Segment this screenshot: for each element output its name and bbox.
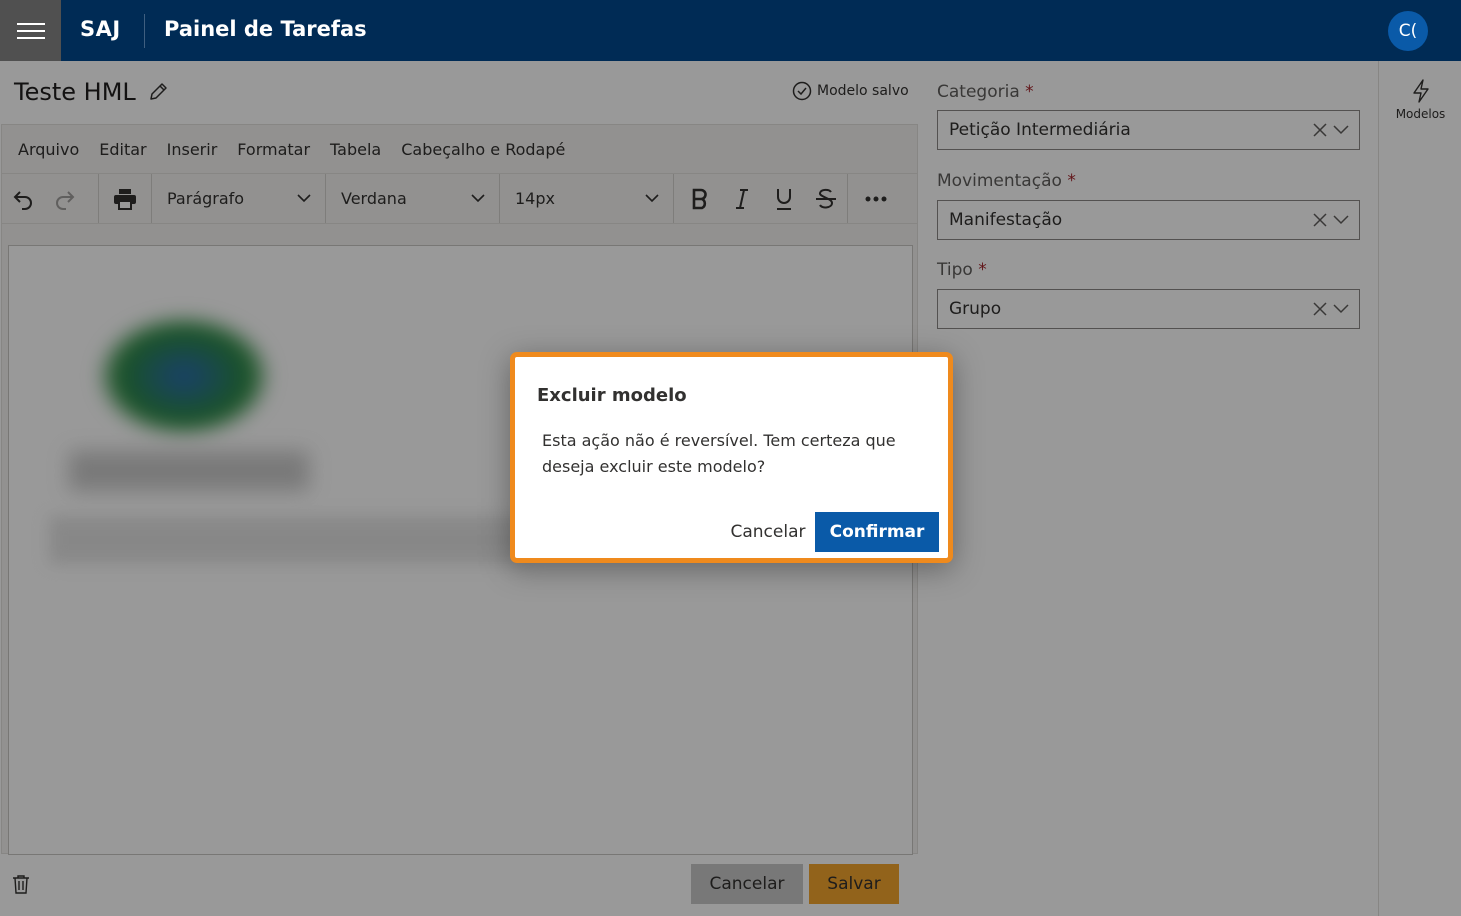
dialog-message: Esta ação não é reversível. Tem certeza …	[542, 431, 896, 476]
dialog-title: Excluir modelo	[537, 385, 687, 406]
dialog-cancel-button[interactable]: Cancelar	[720, 512, 816, 552]
app-title: Painel de Tarefas	[164, 17, 367, 41]
brand-logo[interactable]: SAJ	[80, 17, 121, 41]
user-avatar[interactable]: C(	[1388, 11, 1428, 51]
hamburger-icon	[16, 21, 45, 41]
hamburger-menu-button[interactable]	[0, 0, 61, 61]
header-divider	[144, 14, 145, 48]
top-bar: SAJ Painel de Tarefas C(	[0, 0, 1461, 61]
dialog-confirm-button[interactable]: Confirmar	[815, 512, 939, 552]
delete-model-dialog: Excluir modelo Esta ação não é reversíve…	[510, 352, 953, 563]
